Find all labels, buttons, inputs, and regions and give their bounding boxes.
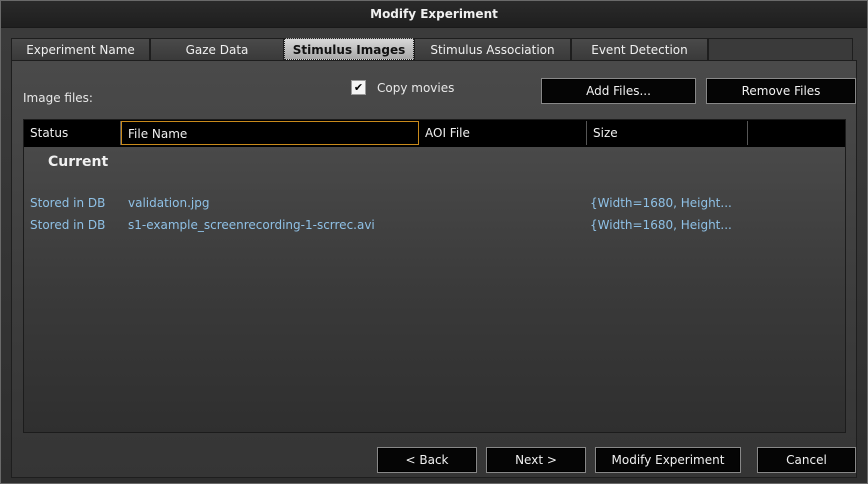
- row-file-name: validation.jpg: [128, 196, 210, 210]
- column-header-file-name[interactable]: File Name: [121, 121, 419, 145]
- tab-stimulus-association[interactable]: Stimulus Association: [414, 38, 571, 60]
- next-button[interactable]: Next >: [486, 447, 586, 473]
- copy-movies-checkbox[interactable]: ✔: [351, 80, 366, 95]
- copy-movies-label: Copy movies: [377, 80, 455, 95]
- tab-strip-empty: [708, 38, 853, 60]
- row-file-name: s1-example_screenrecording-1-scrrec.avi: [128, 218, 375, 232]
- modify-experiment-window: Modify Experiment Experiment Name Gaze D…: [0, 0, 868, 484]
- row-size: {Width=1680, Height...: [590, 196, 732, 210]
- copy-movies-option[interactable]: ✔ Copy movies: [351, 80, 454, 95]
- tab-stimulus-images[interactable]: Stimulus Images: [284, 38, 414, 60]
- modify-experiment-button[interactable]: Modify Experiment: [595, 447, 741, 473]
- remove-files-button[interactable]: Remove Files: [706, 78, 856, 104]
- window-title: Modify Experiment: [1, 1, 867, 28]
- column-header-extra[interactable]: [748, 121, 845, 145]
- cancel-button[interactable]: Cancel: [757, 447, 856, 473]
- tab-experiment-name[interactable]: Experiment Name: [11, 38, 150, 60]
- row-status: Stored in DB: [30, 218, 106, 232]
- back-button[interactable]: < Back: [377, 447, 477, 473]
- grid-header: Status File Name AOI File Size: [24, 120, 845, 147]
- image-files-label: Image files:: [23, 91, 93, 105]
- column-header-status[interactable]: Status: [24, 121, 121, 145]
- column-header-size[interactable]: Size: [587, 121, 748, 145]
- row-size: {Width=1680, Height...: [590, 218, 732, 232]
- table-row[interactable]: Stored in DB validation.jpg {Width=1680,…: [24, 194, 845, 212]
- image-files-grid: Status File Name AOI File Size Current S…: [23, 119, 846, 433]
- tab-event-detection[interactable]: Event Detection: [571, 38, 708, 60]
- row-status: Stored in DB: [30, 196, 106, 210]
- group-header-current: Current: [48, 154, 109, 170]
- table-row[interactable]: Stored in DB s1-example_screenrecording-…: [24, 216, 845, 234]
- add-files-button[interactable]: Add Files...: [541, 78, 696, 104]
- tab-gaze-data[interactable]: Gaze Data: [150, 38, 284, 60]
- column-header-aoi-file[interactable]: AOI File: [419, 121, 587, 145]
